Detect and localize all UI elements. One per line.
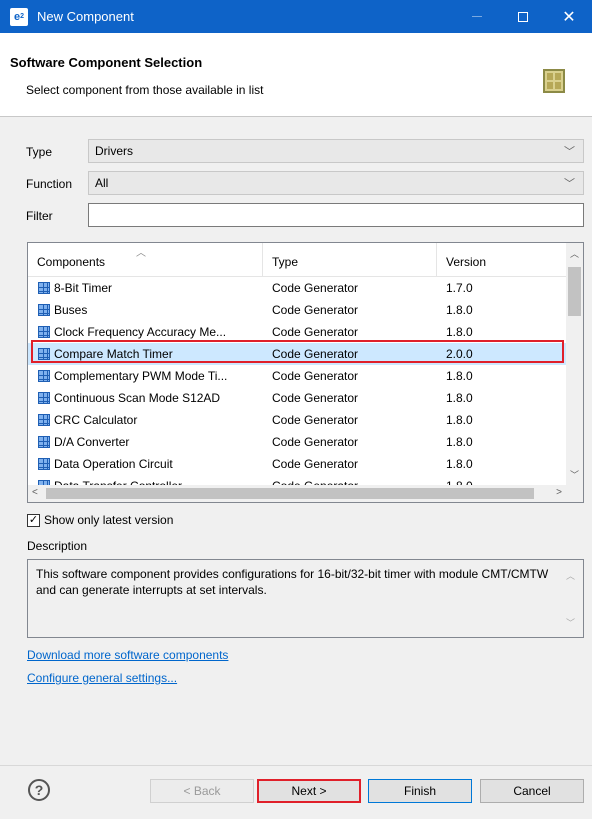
- scroll-up-icon[interactable]: ︿: [570, 247, 579, 260]
- component-icon: [38, 458, 50, 470]
- component-grid-icon: [543, 69, 565, 93]
- next-button[interactable]: Next >: [257, 779, 361, 803]
- function-select[interactable]: All ﹀: [88, 171, 584, 195]
- divider: [0, 765, 592, 766]
- scroll-down-icon[interactable]: ﹀: [566, 615, 575, 631]
- component-icon: [38, 348, 50, 360]
- description-box: This software component provides configu…: [27, 559, 584, 638]
- wizard-header: Software Component Selection Select comp…: [0, 33, 592, 117]
- component-icon: [38, 392, 50, 404]
- table-row[interactable]: Data Operation Circuit Code Generator 1.…: [28, 453, 566, 475]
- type-select[interactable]: Drivers ﹀: [88, 139, 584, 163]
- component-icon: [38, 282, 50, 294]
- chevron-down-icon: ﹀: [564, 146, 575, 158]
- component-icon: [38, 370, 50, 382]
- vertical-scrollbar[interactable]: ︿ ﹀: [566, 243, 583, 485]
- sort-ascending-icon: ︿: [136, 248, 146, 259]
- help-button[interactable]: ?: [28, 779, 50, 801]
- minimize-button[interactable]: [454, 0, 500, 33]
- function-select-value: All: [95, 176, 109, 190]
- scroll-down-icon[interactable]: ﹀: [570, 468, 579, 481]
- component-icon: [38, 414, 50, 426]
- app-icon: e2: [10, 7, 28, 26]
- show-latest-checkbox[interactable]: ✓: [27, 513, 40, 527]
- scroll-thumb[interactable]: [46, 488, 534, 499]
- show-latest-checkbox-row[interactable]: ✓ Show only latest version: [27, 513, 173, 527]
- table-row[interactable]: CRC Calculator Code Generator 1.8.0: [28, 409, 566, 431]
- component-icon: [38, 436, 50, 448]
- components-table[interactable]: ︿ Components Type Version 8-Bit Timer Co…: [27, 242, 584, 503]
- type-label: Type: [26, 145, 53, 159]
- table-row[interactable]: Complementary PWM Mode Ti... Code Genera…: [28, 365, 566, 387]
- table-row-selected[interactable]: Compare Match Timer Code Generator 2.0.0: [28, 343, 566, 365]
- scroll-up-icon[interactable]: ︿: [566, 568, 575, 584]
- page-subtitle: Select component from those available in…: [26, 83, 264, 97]
- minimize-icon: [472, 16, 482, 17]
- component-icon: [38, 304, 50, 316]
- table-row[interactable]: Clock Frequency Accuracy Me... Code Gene…: [28, 321, 566, 343]
- download-components-link[interactable]: Download more software components: [27, 648, 228, 662]
- horizontal-scrollbar[interactable]: < >: [28, 485, 566, 502]
- table-row[interactable]: Buses Code Generator 1.8.0: [28, 299, 566, 321]
- scrollbar-corner: [566, 485, 583, 502]
- column-header-type[interactable]: Type: [263, 243, 437, 277]
- scroll-thumb[interactable]: [568, 267, 581, 316]
- title-bar: e2 New Component ✕: [0, 0, 592, 33]
- column-header-components[interactable]: ︿ Components: [28, 243, 263, 277]
- close-icon: ✕: [562, 8, 576, 26]
- type-select-value: Drivers: [95, 144, 133, 158]
- scroll-right-icon[interactable]: >: [556, 487, 562, 498]
- function-label: Function: [26, 177, 73, 191]
- description-label: Description: [27, 539, 88, 553]
- column-header-version[interactable]: Version: [437, 243, 566, 277]
- table-row[interactable]: 8-Bit Timer Code Generator 1.7.0: [28, 277, 566, 299]
- cancel-button[interactable]: Cancel: [480, 779, 584, 803]
- close-button[interactable]: ✕: [546, 0, 592, 33]
- table-body: 8-Bit Timer Code Generator 1.7.0 Buses C…: [28, 277, 566, 497]
- show-latest-label: Show only latest version: [44, 513, 174, 527]
- chevron-down-icon: ﹀: [564, 178, 575, 190]
- page-title: Software Component Selection: [10, 55, 203, 70]
- component-icon: [38, 326, 50, 338]
- table-row[interactable]: Continuous Scan Mode S12AD Code Generato…: [28, 387, 566, 409]
- table-row[interactable]: D/A Converter Code Generator 1.8.0: [28, 431, 566, 453]
- configure-settings-link[interactable]: Configure general settings...: [27, 671, 177, 685]
- scroll-left-icon[interactable]: <: [32, 487, 38, 498]
- maximize-button[interactable]: [500, 0, 546, 33]
- filter-input[interactable]: [88, 203, 584, 227]
- filter-label: Filter: [26, 209, 53, 223]
- maximize-icon: [518, 11, 528, 22]
- description-text: This software component provides configu…: [36, 567, 549, 597]
- table-header: ︿ Components Type Version: [28, 243, 566, 277]
- help-icon: ?: [34, 782, 44, 798]
- window-title: New Component: [37, 9, 134, 24]
- finish-button[interactable]: Finish: [368, 779, 472, 803]
- back-button[interactable]: < Back: [150, 779, 254, 803]
